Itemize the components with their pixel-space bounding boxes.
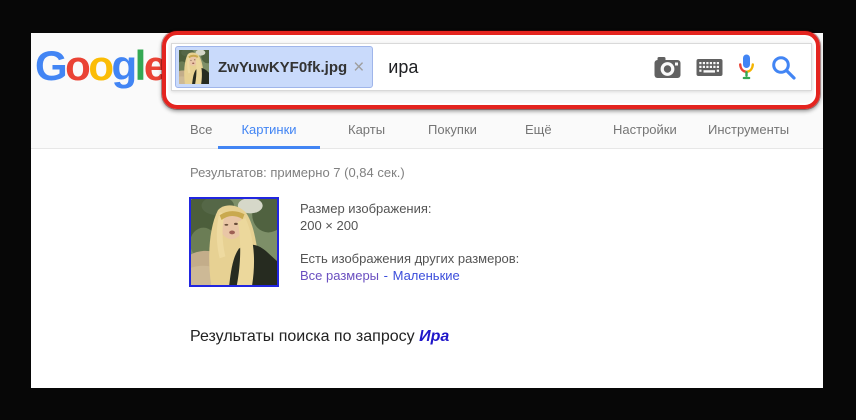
all-sizes-link[interactable]: Все размеры	[300, 268, 379, 283]
screenshot-frame: Google ZwYuwKYF0fk.jpg × ира	[0, 0, 856, 420]
logo-letter: o	[88, 42, 111, 89]
footer-results-text: Результаты поиска по запросу	[190, 328, 419, 345]
search-input[interactable]: ZwYuwKYF0fk.jpg × ира	[171, 43, 812, 91]
mic-icon[interactable]	[738, 54, 755, 80]
logo-letter: g	[111, 42, 134, 89]
result-thumbnail-image[interactable]	[189, 197, 279, 287]
tab-maps[interactable]: Карты	[348, 118, 385, 146]
search-query-text: ира	[388, 57, 418, 78]
other-sizes-label: Есть изображения других размеров:	[300, 250, 519, 267]
camera-icon[interactable]	[654, 56, 681, 79]
google-logo[interactable]: Google	[35, 42, 165, 90]
logo-letter: e	[144, 42, 165, 89]
small-sizes-link[interactable]: Маленькие	[393, 268, 460, 283]
logo-letter: l	[135, 42, 144, 89]
image-size-value: 200 × 200	[300, 217, 519, 234]
logo-letter: G	[35, 42, 65, 89]
tab-settings[interactable]: Настройки	[613, 118, 677, 146]
tab-more[interactable]: Ещё	[525, 118, 552, 146]
links-separator: -	[380, 268, 392, 283]
chip-filename: ZwYuwKYF0fk.jpg	[218, 59, 347, 76]
logo-letter: o	[65, 42, 88, 89]
tab-images[interactable]: Картинки	[218, 118, 320, 149]
keyboard-icon[interactable]	[696, 58, 723, 77]
image-size-label: Размер изображения:	[300, 200, 519, 217]
results-stats: Результатов: примерно 7 (0,84 сек.)	[190, 165, 405, 180]
image-query-chip[interactable]: ZwYuwKYF0fk.jpg ×	[175, 46, 373, 88]
chip-thumbnail-image	[179, 50, 209, 84]
close-icon[interactable]: ×	[353, 58, 364, 77]
search-icon[interactable]	[770, 54, 797, 81]
tab-tools[interactable]: Инструменты	[708, 118, 789, 146]
tab-shopping[interactable]: Покупки	[428, 118, 477, 146]
footer-query-link[interactable]: Ира	[419, 328, 449, 345]
tab-all[interactable]: Все	[190, 118, 212, 146]
